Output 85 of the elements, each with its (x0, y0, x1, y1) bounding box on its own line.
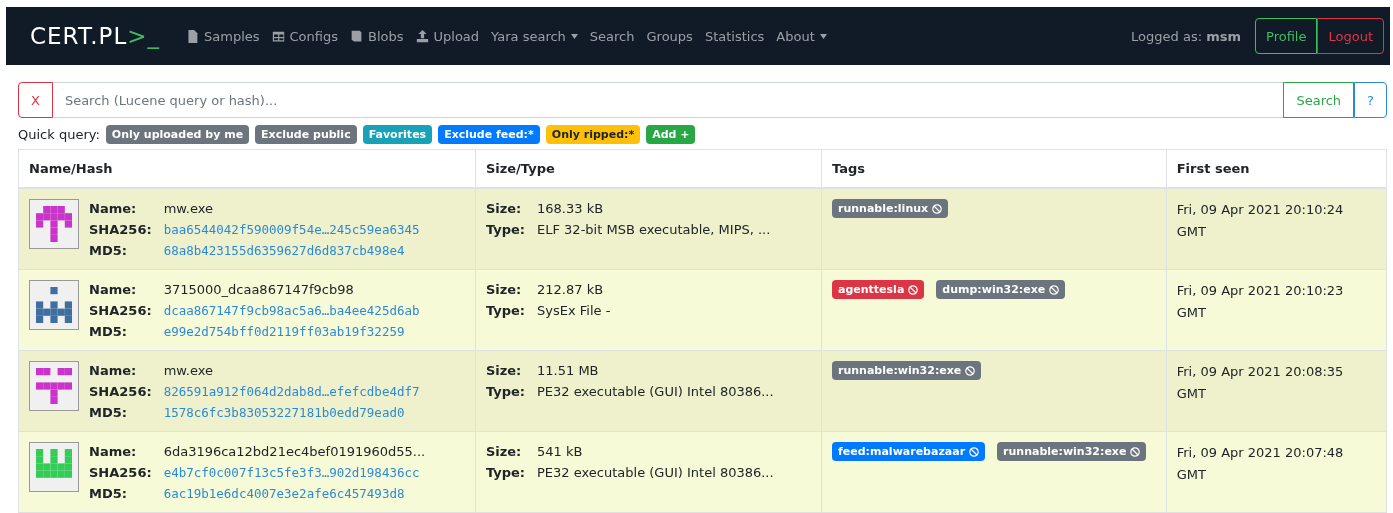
file-type: SysEx File - (537, 302, 612, 320)
field-label: SHA256: (89, 383, 152, 401)
file-icon (186, 29, 199, 43)
quick-query-badge[interactable]: Only uploaded by me (105, 125, 250, 144)
profile-button[interactable]: Profile (1255, 18, 1318, 54)
caret-icon (570, 33, 578, 39)
tag[interactable]: runnable:linux (832, 199, 949, 218)
field-label: Type: (485, 221, 526, 239)
file-type: PE32 executable (GUI) Intel 80386... (537, 383, 775, 401)
first-seen-date: Fri, 09 Apr 2021 20:10:24 GMT (1176, 201, 1345, 241)
ban-icon (969, 446, 980, 457)
field-label: Type: (485, 302, 526, 320)
file-size: 11.51 MB (537, 362, 600, 380)
md5-link[interactable]: 1578c6fc3b83053227181b0edd79ead0 (163, 403, 420, 422)
field-label: SHA256: (89, 302, 152, 320)
logged-user-text: Logged as: msm (1131, 28, 1242, 44)
sha256-link[interactable]: dcaa867147f9cb98ac5a6…ba4ee425d6ab (163, 301, 420, 320)
md5-link[interactable]: e99e2d754bff0d2119ff03ab19f32259 (163, 322, 420, 341)
field-label: SHA256: (89, 464, 152, 482)
field-label: Name: (89, 200, 138, 218)
help-button[interactable]: ? (1354, 82, 1387, 118)
tag[interactable]: dump:win32:exe (936, 280, 1066, 299)
sample-name: mw.exe (163, 362, 214, 380)
tag[interactable]: agenttesla (832, 280, 925, 299)
ban-icon (908, 284, 919, 295)
field-label: Type: (485, 383, 526, 401)
field-label: MD5: (89, 323, 128, 341)
field-label: Name: (89, 281, 138, 299)
field-label: Name: (89, 443, 138, 461)
upload-icon (415, 29, 429, 43)
nav-link[interactable]: Statistics (704, 28, 765, 44)
md5-link[interactable]: 68a8b423155d6359627d6d837cb498e4 (163, 241, 420, 260)
file-size: 212.87 kB (537, 281, 605, 299)
quick-query-badge[interactable]: Exclude feed:* (438, 125, 540, 144)
file-size: 168.33 kB (537, 200, 605, 218)
quick-query-badge[interactable]: Only ripped:* (545, 125, 641, 144)
logout-button[interactable]: Logout (1317, 18, 1384, 54)
nav-link[interactable]: About (776, 28, 827, 44)
clear-button[interactable]: X (18, 82, 53, 118)
first-seen-date: Fri, 09 Apr 2021 20:07:48 GMT (1176, 444, 1345, 484)
ban-icon (1049, 284, 1060, 295)
tag[interactable]: runnable:win32:exe (997, 442, 1147, 461)
nav-link[interactable]: Search (589, 28, 635, 44)
tag[interactable]: feed:malwarebazaar (832, 442, 986, 461)
field-label: Type: (485, 464, 526, 482)
ban-icon (932, 203, 943, 214)
file-size: 541 kB (537, 443, 584, 461)
sample-name: 6da3196ca12bd21ec4bef0191960d55... (163, 443, 426, 461)
field-label: MD5: (89, 485, 128, 503)
field-label: Size: (485, 281, 523, 299)
file-type: ELF 32-bit MSB executable, MIPS, ... (537, 221, 772, 239)
ban-icon (1130, 446, 1141, 457)
first-seen-date: Fri, 09 Apr 2021 20:08:35 GMT (1176, 363, 1345, 403)
search-button[interactable]: Search (1283, 82, 1355, 118)
field-label: MD5: (89, 404, 128, 422)
field-label: Size: (485, 200, 523, 218)
quick-query-label: Quick query: (18, 127, 100, 142)
nav-link[interactable]: Blobs (350, 28, 404, 44)
nav-link[interactable]: Yara search (491, 28, 578, 44)
field-label: Size: (485, 362, 523, 380)
field-label: Size: (485, 443, 523, 461)
nav-link[interactable]: Configs (271, 28, 338, 44)
nav-link[interactable]: Samples (186, 28, 260, 44)
caret-icon (819, 33, 827, 39)
table-icon (271, 29, 285, 43)
sha256-link[interactable]: e4b7cf0c007f13c5fe3f3…902d198436cc (163, 463, 426, 482)
quick-query-badge[interactable]: Exclude public (255, 125, 357, 144)
quick-query-badge[interactable]: Favorites (362, 125, 433, 144)
nav-link[interactable]: Groups (646, 28, 693, 44)
sample-name: mw.exe (163, 200, 214, 218)
field-label: MD5: (89, 242, 128, 260)
brand-logo: CERT.PL>_ (30, 23, 160, 49)
first-seen-date: Fri, 09 Apr 2021 20:10:23 GMT (1176, 282, 1345, 322)
sample-name: 3715000_dcaa867147f9cb98 (163, 281, 355, 299)
sha256-link[interactable]: baa6544042f590009f54e…245c59ea6345 (163, 220, 420, 239)
sha256-link[interactable]: 826591a912f064d2dab8d…efefcdbe4df7 (163, 382, 420, 401)
ban-icon (965, 365, 976, 376)
md5-link[interactable]: 6ac19b1e6dc4007e3e2afe6c457493d8 (163, 484, 426, 503)
tag[interactable]: runnable:win32:exe (832, 361, 982, 380)
quick-query-badge[interactable]: Add + (646, 125, 696, 144)
search-field[interactable]: Search (Lucene query or hash)... (52, 82, 1284, 118)
nav-link[interactable]: Upload (415, 28, 480, 44)
field-label: Name: (89, 362, 138, 380)
field-label: SHA256: (89, 221, 152, 239)
file-type: PE32 executable (GUI) Intel 80386... (537, 464, 775, 482)
